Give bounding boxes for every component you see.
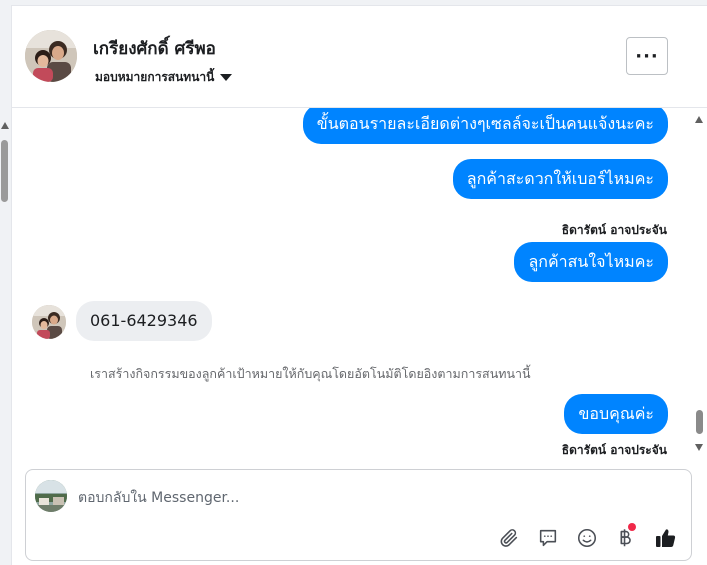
conversation-panel: เกรียงศักดิ์ ศรีพอ มอบหมายการสนทนานี้ ··…: [11, 5, 707, 565]
page-avatar: [35, 480, 67, 512]
baht-icon[interactable]: [613, 523, 637, 550]
scroll-up-arrow[interactable]: [695, 116, 703, 123]
message-bubble-outgoing[interactable]: ลูกค้าสนใจไหมคะ: [514, 242, 668, 282]
page-scrollbar[interactable]: [0, 118, 11, 565]
scroll-thumb[interactable]: [696, 410, 703, 434]
contact-avatar[interactable]: [25, 30, 77, 82]
message-bubble-incoming[interactable]: 061-6429346: [76, 301, 212, 341]
conversation-header: เกรียงศักดิ์ ศรีพอ มอบหมายการสนทนานี้ ··…: [12, 6, 707, 108]
caret-down-icon: [220, 74, 233, 81]
message-scrollbar[interactable]: [692, 114, 706, 454]
scroll-thumb[interactable]: [1, 140, 8, 202]
assign-conversation-dropdown[interactable]: มอบหมายการสนทนานี้: [95, 68, 233, 87]
notification-dot: [628, 523, 636, 531]
message-bubble-outgoing[interactable]: ขอบคุณค่ะ: [564, 394, 668, 434]
contact-name: เกรียงศักดิ์ ศรีพอ: [93, 39, 216, 59]
thumbs-up-icon[interactable]: [654, 526, 678, 550]
paperclip-icon[interactable]: [497, 526, 521, 550]
reply-input[interactable]: [78, 487, 638, 509]
scroll-down-arrow[interactable]: [695, 444, 703, 451]
message-list: ขั้นตอนรายละเอียดต่างๆเซลล์จะเป็นคนแจ้งน…: [12, 108, 692, 460]
more-options-button[interactable]: ···: [626, 37, 668, 75]
message-bubble-outgoing[interactable]: ลูกค้าสะดวกให้เบอร์ไหมคะ: [452, 159, 668, 199]
smiley-icon[interactable]: [575, 526, 599, 550]
sender-name: ธิดารัตน์ อาจประจัน: [561, 223, 667, 237]
app-frame: เกรียงศักดิ์ ศรีพอ มอบหมายการสนทนานี้ ··…: [0, 0, 707, 565]
contact-avatar-small[interactable]: [32, 305, 66, 339]
message-bubble-outgoing[interactable]: ขั้นตอนรายละเอียดต่างๆเซลล์จะเป็นคนแจ้งน…: [302, 108, 668, 144]
chat-bubble-icon[interactable]: [536, 526, 560, 550]
assign-label: มอบหมายการสนทนานี้: [95, 70, 215, 84]
system-notice: เราสร้างกิจกรรมของลูกค้าเป้าหมายให้กับคุ…: [90, 366, 531, 381]
sender-name: ธิดารัตน์ อาจประจัน: [561, 443, 667, 457]
reply-composer: [25, 469, 692, 561]
scroll-up-arrow[interactable]: [1, 122, 9, 129]
